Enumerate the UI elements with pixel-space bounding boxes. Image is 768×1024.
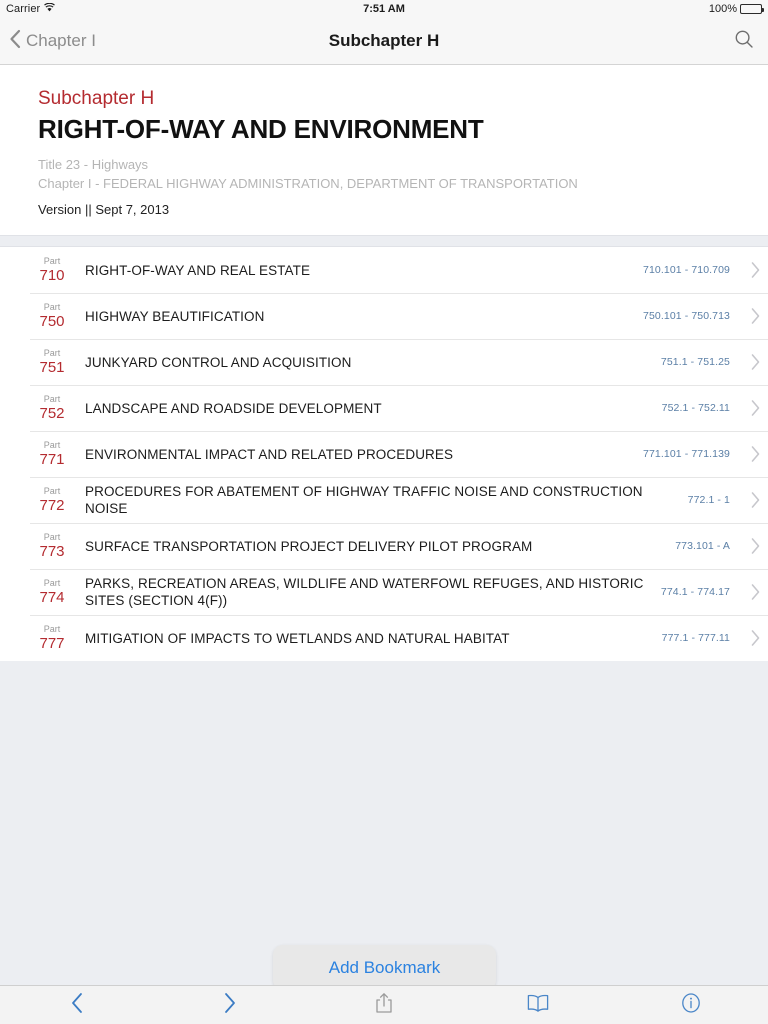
part-section-range: 777.1 - 777.11: [661, 632, 730, 644]
battery-percent-label: 100%: [708, 3, 737, 15]
chevron-left-icon: [70, 992, 84, 1019]
subchapter-label: Subchapter H: [38, 88, 155, 109]
chevron-right-icon: [742, 445, 768, 463]
search-icon: [734, 29, 754, 54]
part-number-column: Part 750: [30, 302, 74, 330]
part-title: RIGHT-OF-WAY AND REAL ESTATE: [85, 262, 311, 278]
part-section-range: 751.1 - 751.25: [660, 356, 730, 368]
chevron-right-icon: [742, 583, 768, 601]
part-word-label: Part: [43, 624, 61, 634]
part-row[interactable]: Part 773 SURFACE TRANSPORTATION PROJECT DE…: [0, 523, 768, 569]
part-number: 750: [39, 313, 65, 330]
share-button[interactable]: [307, 986, 461, 1024]
battery-full-icon: [740, 4, 764, 14]
part-section-range: 772.1 - 1: [687, 494, 730, 506]
chevron-right-icon: [742, 261, 768, 279]
chevron-right-icon: [742, 353, 768, 371]
part-title: MITIGATION OF IMPACTS TO WETLANDS AND NA…: [85, 630, 510, 646]
part-row[interactable]: Part 777 MITIGATION OF IMPACTS TO WETLANDS…: [0, 615, 768, 661]
part-number: 773: [39, 543, 65, 560]
info-button[interactable]: [614, 986, 768, 1024]
part-number-column: Part 777: [30, 624, 74, 652]
forward-button[interactable]: [154, 986, 308, 1024]
part-row[interactable]: Part 771 ENVIRONMENTAL IMPACT AND RELATED …: [0, 431, 768, 477]
part-word-label: Part: [43, 532, 61, 542]
part-title: HIGHWAY BEAUTIFICATION: [85, 308, 265, 324]
search-button[interactable]: [734, 29, 754, 54]
part-number: 774: [39, 589, 65, 606]
part-word-label: Part: [43, 394, 61, 404]
part-row[interactable]: Part 752 LANDSCAPE AND ROADSIDE DEVELOPMEN…: [0, 385, 768, 431]
part-number-column: Part 774: [30, 578, 74, 606]
part-number: 777: [39, 635, 65, 652]
part-row[interactable]: Part 750 HIGHWAY BEAUTIFICATION 750.101 - 7…: [0, 293, 768, 339]
part-section-range: 750.101 - 750.713: [643, 310, 730, 322]
part-word-label: Part: [43, 256, 61, 266]
title-line: Title 23 - Highways: [38, 157, 149, 172]
part-word-label: Part: [43, 348, 61, 358]
part-word-label: Part: [43, 302, 61, 312]
part-number: 751: [39, 359, 65, 376]
part-number-column: Part 771: [30, 440, 74, 468]
part-title: ENVIRONMENTAL IMPACT AND RELATED PROCEDU…: [85, 446, 454, 462]
status-bar-right: 100%: [708, 3, 764, 15]
part-title: PROCEDURES FOR ABATEMENT OF HIGHWAY TRAF…: [85, 484, 643, 516]
chevron-right-icon: [742, 537, 768, 555]
part-title: JUNKYARD CONTROL AND ACQUISITION: [85, 354, 352, 370]
chevron-right-icon: [223, 992, 237, 1019]
part-number-column: Part 710: [30, 256, 74, 284]
part-number: 771: [39, 451, 65, 468]
part-row[interactable]: Part 751 JUNKYARD CONTROL AND ACQUISITION 7…: [0, 339, 768, 385]
part-number-column: Part 773: [30, 532, 74, 560]
part-number-column: Part 772: [30, 486, 74, 514]
add-bookmark-popover[interactable]: Add Bookmark: [273, 945, 496, 998]
part-row[interactable]: Part 774 PARKS, RECREATION AREAS, WILDLIFE…: [0, 569, 768, 615]
part-number-column: Part 752: [30, 394, 74, 422]
part-section-range: 773.101 - A: [675, 540, 730, 552]
part-row[interactable]: Part 772 PROCEDURES FOR ABATEMENT OF HIGHW…: [0, 477, 768, 523]
part-section-range: 710.101 - 710.709: [643, 264, 730, 276]
part-section-range: 752.1 - 752.11: [661, 402, 730, 414]
bottom-toolbar: [0, 985, 768, 1024]
app-root: Carrier 7:51 AM 100% Chapter I Subchapte…: [0, 0, 768, 1024]
chapter-line: Chapter I - FEDERAL HIGHWAY ADMINISTRATI…: [38, 176, 578, 191]
page-title: Subchapter H: [328, 31, 440, 50]
version-line: Version || Sept 7, 2013: [38, 202, 170, 217]
document-title: RIGHT-OF-WAY AND ENVIRONMENT: [38, 114, 484, 144]
info-icon: [680, 992, 702, 1019]
part-section-range: 771.101 - 771.139: [643, 448, 730, 460]
part-title: PARKS, RECREATION AREAS, WILDLIFE AND WA…: [85, 576, 644, 608]
part-title: LANDSCAPE AND ROADSIDE DEVELOPMENT: [85, 400, 382, 416]
part-list: Part 710 RIGHT-OF-WAY AND REAL ESTATE 710.1…: [0, 247, 768, 661]
status-bar: Carrier 7:51 AM 100%: [0, 0, 768, 18]
back-button[interactable]: [0, 986, 154, 1024]
status-bar-time: 7:51 AM: [363, 3, 405, 15]
part-section-range: 774.1 - 774.17: [660, 586, 730, 598]
chevron-right-icon: [742, 491, 768, 509]
section-separator: [0, 235, 768, 247]
document-header: Subchapter H RIGHT-OF-WAY AND ENVIRONMEN…: [0, 65, 768, 235]
bookmarks-button[interactable]: [461, 986, 615, 1024]
part-number: 752: [39, 405, 65, 422]
part-row[interactable]: Part 710 RIGHT-OF-WAY AND REAL ESTATE 710.1…: [0, 247, 768, 293]
part-number-column: Part 751: [30, 348, 74, 376]
add-bookmark-label: Add Bookmark: [328, 957, 441, 977]
part-word-label: Part: [43, 578, 61, 588]
share-icon: [374, 991, 394, 1020]
part-title: SURFACE TRANSPORTATION PROJECT DELIVERY …: [85, 538, 533, 554]
navigation-bar: Chapter I Subchapter H: [0, 18, 768, 65]
part-word-label: Part: [43, 486, 61, 496]
part-number: 772: [39, 497, 65, 514]
chevron-right-icon: [742, 399, 768, 417]
part-number: 710: [39, 267, 65, 284]
book-icon: [526, 993, 550, 1018]
part-word-label: Part: [43, 440, 61, 450]
chevron-right-icon: [742, 307, 768, 325]
chevron-right-icon: [742, 629, 768, 647]
